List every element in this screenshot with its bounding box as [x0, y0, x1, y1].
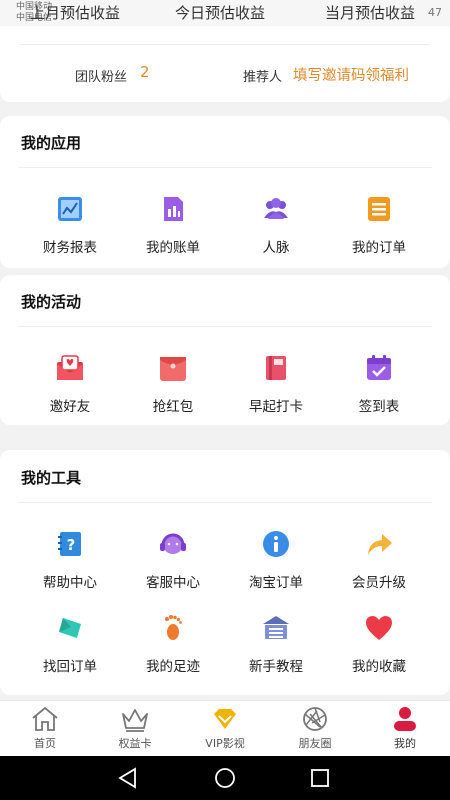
tool-label: 会员升级	[352, 575, 406, 591]
tool-label: 新手教程	[249, 659, 303, 675]
checkin-book-icon	[261, 353, 291, 383]
tab-home[interactable]: 首页	[0, 701, 90, 757]
app-my-bill[interactable]: 我的账单	[117, 194, 229, 256]
crown-icon	[120, 705, 150, 733]
activity-grab-red-envelope[interactable]: 抢红包	[117, 353, 229, 415]
tab-vip-video[interactable]: VIP影视	[180, 701, 270, 757]
team-fans-label: 团队粉丝	[75, 70, 128, 85]
my-apps-title: 我的应用	[21, 134, 82, 152]
tool-recover-order[interactable]: 找回订单	[14, 613, 126, 675]
tab-moments[interactable]: 朋友圈	[270, 701, 360, 757]
app-label: 人脉	[262, 240, 290, 256]
back-icon[interactable]	[115, 765, 141, 791]
tool-my-favorites[interactable]: 我的收藏	[323, 613, 435, 675]
clock: 47	[428, 6, 442, 19]
activity-label: 早起打卡	[249, 399, 303, 415]
footprint-icon	[158, 613, 188, 643]
tool-service-center[interactable]: 客服中心	[117, 529, 229, 591]
tool-my-footprint[interactable]: 我的足迹	[117, 613, 229, 675]
help-notebook-icon: ?	[55, 529, 85, 559]
tab-label: 首页	[34, 737, 56, 750]
tool-member-upgrade[interactable]: 会员升级	[323, 529, 435, 591]
finance-report-icon	[55, 194, 85, 224]
system-nav-bar	[0, 756, 450, 800]
tab-benefit-card[interactable]: 权益卡	[90, 701, 180, 757]
referrer-label: 推荐人	[243, 70, 283, 85]
my-activities-title: 我的活动	[21, 293, 82, 311]
home-icon	[30, 705, 60, 733]
info-icon	[261, 529, 291, 559]
tab-mine[interactable]: 我的	[360, 701, 450, 757]
activity-early-checkin[interactable]: 早起打卡	[220, 353, 332, 415]
headset-icon	[158, 529, 188, 559]
app-my-orders[interactable]: 我的订单	[323, 194, 435, 256]
bottom-tab-bar: 首页 权益卡 VIP影视 朋友圈 我的	[0, 700, 450, 757]
earnings-today-label: 今日预估收益	[175, 4, 266, 22]
home-circle-icon[interactable]	[212, 765, 238, 791]
tab-label: 朋友圈	[298, 737, 332, 750]
status-bar: 中国移动 中国电信 上月预估收益 今日预估收益 当月预估收益 47	[0, 0, 450, 26]
red-envelope-icon	[158, 353, 188, 383]
activity-label: 签到表	[358, 399, 400, 415]
svg-text:?: ?	[67, 536, 76, 554]
tool-taobao-orders[interactable]: 淘宝订单	[220, 529, 332, 591]
app-finance-report[interactable]: 财务报表	[14, 194, 126, 256]
earnings-this-month-label: 当月预估收益	[325, 4, 416, 22]
profile-icon	[390, 705, 420, 733]
school-building-icon	[261, 613, 291, 643]
tool-label: 淘宝订单	[249, 575, 303, 591]
tool-label: 我的足迹	[146, 659, 200, 675]
tool-label: 客服中心	[146, 575, 200, 591]
tab-label: 权益卡	[118, 737, 152, 750]
tool-label: 找回订单	[43, 659, 97, 675]
heart-icon	[364, 613, 394, 643]
app-contacts[interactable]: 人脉	[220, 194, 332, 256]
arrow-share-icon	[364, 529, 394, 559]
fans-divider	[20, 44, 430, 45]
contacts-icon	[261, 194, 291, 224]
tool-help-center[interactable]: ? 帮助中心	[14, 529, 126, 591]
team-fans-count[interactable]: 2	[140, 63, 150, 81]
earnings-last-month-label: 上月预估收益	[30, 4, 121, 22]
activity-label: 邀好友	[49, 399, 91, 415]
tool-label: 帮助中心	[43, 575, 97, 591]
vip-diamond-icon	[210, 705, 240, 733]
my-activities-divider	[18, 326, 432, 327]
aperture-icon	[300, 705, 330, 733]
my-tools-title: 我的工具	[21, 469, 82, 487]
app-label: 我的账单	[146, 240, 200, 256]
tool-beginner-tutorial[interactable]: 新手教程	[220, 613, 332, 675]
calendar-check-icon	[364, 353, 394, 383]
my-apps-divider	[18, 167, 432, 168]
activity-signin-sheet[interactable]: 签到表	[323, 353, 435, 415]
bill-icon	[158, 194, 188, 224]
app-label: 财务报表	[43, 240, 97, 256]
diamond-shape-icon	[55, 613, 85, 643]
invite-code-link[interactable]: 填写邀请码领福利	[293, 64, 409, 85]
activity-label: 抢红包	[152, 399, 194, 415]
activity-invite-friends[interactable]: 邀好友	[14, 353, 126, 415]
invite-envelope-icon	[55, 353, 85, 383]
tool-label: 我的收藏	[352, 659, 406, 675]
app-label: 我的订单	[352, 240, 406, 256]
tab-label: VIP影视	[205, 737, 245, 750]
my-tools-divider	[18, 502, 432, 503]
orders-icon	[364, 194, 394, 224]
tab-label: 我的	[394, 737, 416, 750]
recent-apps-icon[interactable]	[307, 765, 333, 791]
